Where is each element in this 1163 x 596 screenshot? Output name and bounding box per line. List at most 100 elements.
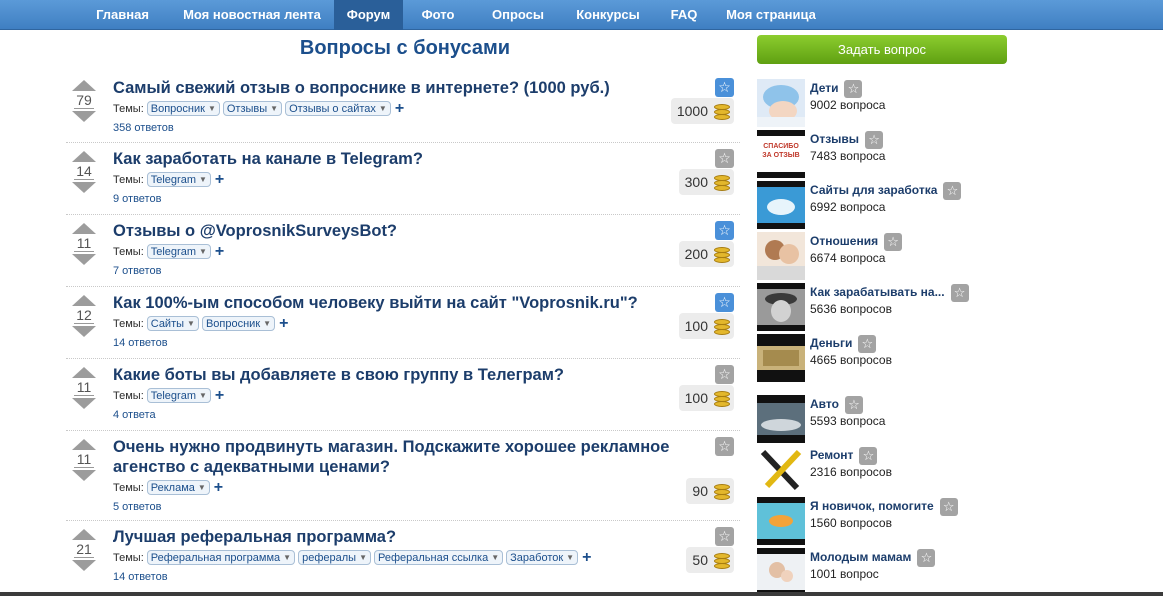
category-label[interactable]: Отзывы <box>810 132 859 146</box>
favorite-star-icon[interactable]: ☆ <box>715 149 734 168</box>
category-label[interactable]: Авто <box>810 397 839 411</box>
category-name[interactable]: Отзывы ☆ <box>810 131 884 149</box>
answers-count[interactable]: 4 ответа <box>113 409 156 421</box>
chevron-down-icon[interactable]: ▼ <box>263 319 271 328</box>
category-name[interactable]: Я новичок, помогите ☆ <box>810 498 958 516</box>
favorite-star-icon[interactable]: ☆ <box>943 182 962 200</box>
category-name[interactable]: Деньги ☆ <box>810 335 877 353</box>
add-tag-icon[interactable]: + <box>582 549 591 565</box>
favorite-star-icon[interactable]: ☆ <box>858 335 877 353</box>
nav-item[interactable]: Конкурсы <box>563 0 653 30</box>
question-title[interactable]: Отзывы о @VoprosnikSurveysBot? <box>113 221 703 241</box>
add-tag-icon[interactable]: + <box>215 243 224 259</box>
nav-item[interactable]: Опросы <box>473 0 563 30</box>
question-title[interactable]: Очень нужно продвинуть магазин. Подскажи… <box>113 437 703 477</box>
category-label[interactable]: Дети <box>810 81 838 95</box>
tag-chip[interactable]: Реклама ▼ <box>146 480 210 495</box>
tag-chip[interactable]: Telegram ▼ <box>146 172 211 187</box>
nav-item[interactable]: FAQ <box>653 0 715 30</box>
favorite-star-icon[interactable]: ☆ <box>715 365 734 384</box>
answers-count[interactable]: 358 ответов <box>113 122 174 134</box>
category-name[interactable]: Дети ☆ <box>810 80 863 98</box>
vote-up-icon[interactable] <box>72 367 96 378</box>
vote-up-icon[interactable] <box>72 439 96 450</box>
add-tag-icon[interactable]: + <box>279 315 288 331</box>
vote-up-icon[interactable] <box>72 151 96 162</box>
favorite-star-icon[interactable]: ☆ <box>715 221 734 240</box>
question-title[interactable]: Как заработать на канале в Telegram? <box>113 149 703 169</box>
nav-item[interactable]: Главная <box>75 0 170 30</box>
category-name[interactable]: Как зарабатывать на... ☆ <box>810 284 969 302</box>
vote-down-icon[interactable] <box>72 560 96 571</box>
category-name[interactable]: Сайты для заработка ☆ <box>810 182 962 200</box>
nav-item[interactable]: Моя новостная лента <box>170 0 334 30</box>
chevron-down-icon[interactable]: ▼ <box>199 175 207 184</box>
vote-up-icon[interactable] <box>72 80 96 91</box>
favorite-star-icon[interactable]: ☆ <box>715 293 734 312</box>
add-tag-icon[interactable]: + <box>395 100 404 116</box>
nav-item[interactable]: Форум <box>334 0 403 30</box>
chevron-down-icon[interactable]: ▼ <box>208 104 216 113</box>
favorite-star-icon[interactable]: ☆ <box>844 396 863 414</box>
tag-chip[interactable]: Отзывы ▼ <box>222 101 283 116</box>
chevron-down-icon[interactable]: ▼ <box>199 391 207 400</box>
question-title[interactable]: Самый свежий отзыв о вопроснике в интерн… <box>113 78 703 98</box>
add-tag-icon[interactable]: + <box>215 171 224 187</box>
chevron-down-icon[interactable]: ▼ <box>359 553 367 562</box>
tag-chip[interactable]: Сайты ▼ <box>146 316 199 331</box>
favorite-star-icon[interactable]: ☆ <box>715 437 734 456</box>
category-label[interactable]: Ремонт <box>810 448 853 462</box>
vote-down-icon[interactable] <box>72 470 96 481</box>
chevron-down-icon[interactable]: ▼ <box>566 553 574 562</box>
vote-up-icon[interactable] <box>72 529 96 540</box>
ask-question-button[interactable]: Задать вопрос <box>757 35 1007 64</box>
tag-chip[interactable]: Реферальная программа ▼ <box>146 550 296 565</box>
favorite-star-icon[interactable]: ☆ <box>950 284 969 302</box>
chevron-down-icon[interactable]: ▼ <box>199 247 207 256</box>
chevron-down-icon[interactable]: ▼ <box>379 104 387 113</box>
tag-chip[interactable]: Заработок ▼ <box>506 550 579 565</box>
vote-up-icon[interactable] <box>72 295 96 306</box>
favorite-star-icon[interactable]: ☆ <box>715 527 734 546</box>
category-label[interactable]: Молодым мамам <box>810 550 911 564</box>
category-name[interactable]: Отношения ☆ <box>810 233 903 251</box>
category-label[interactable]: Деньги <box>810 336 852 350</box>
tag-chip[interactable]: Telegram ▼ <box>146 388 211 403</box>
chevron-down-icon[interactable]: ▼ <box>283 553 291 562</box>
favorite-star-icon[interactable]: ☆ <box>859 447 878 465</box>
favorite-star-icon[interactable]: ☆ <box>865 131 884 149</box>
vote-down-icon[interactable] <box>72 182 96 193</box>
answers-count[interactable]: 14 ответов <box>113 571 168 583</box>
favorite-star-icon[interactable]: ☆ <box>844 80 863 98</box>
category-label[interactable]: Сайты для заработка <box>810 183 937 197</box>
favorite-star-icon[interactable]: ☆ <box>917 549 936 567</box>
tag-chip[interactable]: Telegram ▼ <box>146 244 211 259</box>
chevron-down-icon[interactable]: ▼ <box>270 104 278 113</box>
add-tag-icon[interactable]: + <box>215 387 224 403</box>
vote-down-icon[interactable] <box>72 111 96 122</box>
vote-down-icon[interactable] <box>72 398 96 409</box>
question-title[interactable]: Как 100%-ым способом человеку выйти на с… <box>113 293 703 313</box>
chevron-down-icon[interactable]: ▼ <box>187 319 195 328</box>
nav-item[interactable]: Фото <box>403 0 473 30</box>
category-name[interactable]: Ремонт ☆ <box>810 447 878 465</box>
nav-item[interactable]: Моя страница <box>715 0 827 30</box>
category-name[interactable]: Авто ☆ <box>810 396 863 414</box>
answers-count[interactable]: 5 ответов <box>113 501 161 513</box>
add-tag-icon[interactable]: + <box>214 479 223 495</box>
category-label[interactable]: Отношения <box>810 234 878 248</box>
favorite-star-icon[interactable]: ☆ <box>884 233 903 251</box>
category-name[interactable]: Молодым мамам ☆ <box>810 549 936 567</box>
answers-count[interactable]: 14 ответов <box>113 337 168 349</box>
category-label[interactable]: Как зарабатывать на... <box>810 285 945 299</box>
category-label[interactable]: Я новичок, помогите <box>810 499 934 513</box>
chevron-down-icon[interactable]: ▼ <box>198 483 206 492</box>
favorite-star-icon[interactable]: ☆ <box>715 78 734 97</box>
answers-count[interactable]: 9 ответов <box>113 193 161 205</box>
question-title[interactable]: Лучшая реферальная программа? <box>113 527 703 547</box>
tag-chip[interactable]: рефералы ▼ <box>298 550 371 565</box>
tag-chip[interactable]: Отзывы о сайтах ▼ <box>285 101 391 116</box>
chevron-down-icon[interactable]: ▼ <box>491 553 499 562</box>
vote-up-icon[interactable] <box>72 223 96 234</box>
tag-chip[interactable]: Вопросник ▼ <box>201 316 276 331</box>
